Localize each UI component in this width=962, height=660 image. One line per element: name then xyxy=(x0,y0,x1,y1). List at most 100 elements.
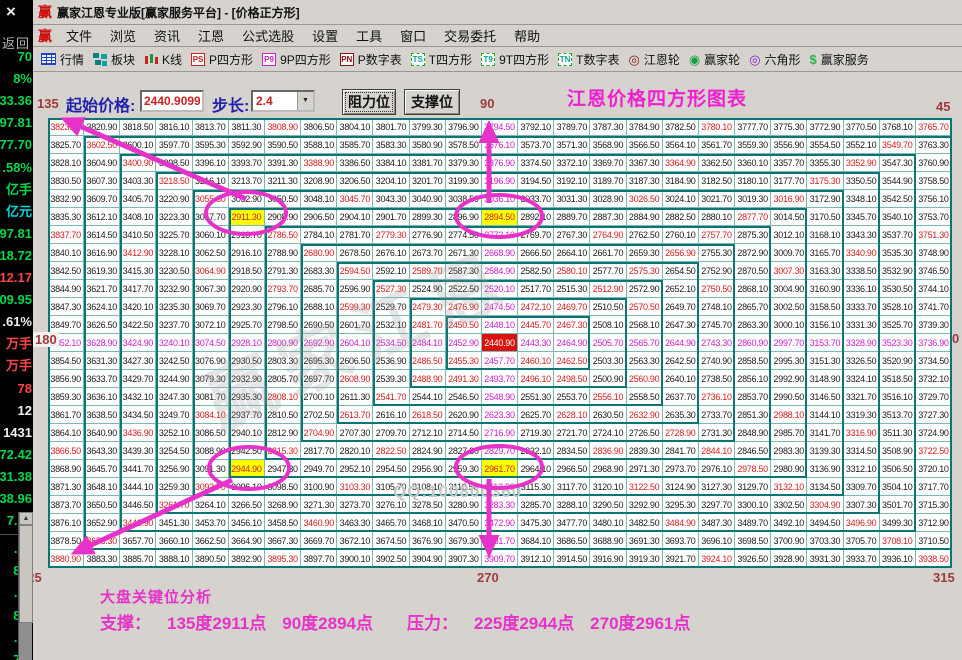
gann-cell[interactable]: 3727.30 xyxy=(916,406,952,424)
gann-cell[interactable]: 2774.50 xyxy=(446,226,482,244)
gann-cell[interactable]: 3163.30 xyxy=(807,262,843,280)
gann-cell[interactable]: 3451.30 xyxy=(156,514,192,532)
toolbar-button[interactable]: 行情 xyxy=(41,51,84,68)
gann-cell[interactable]: 3540.10 xyxy=(880,208,916,226)
gann-cell[interactable]: 2896.90 xyxy=(446,208,482,226)
gann-cell[interactable]: 2851.30 xyxy=(735,406,771,424)
gann-cell[interactable]: 3280.90 xyxy=(446,496,482,514)
gann-cell[interactable]: 2580.10 xyxy=(554,262,590,280)
gann-cell[interactable]: 3271.30 xyxy=(301,496,337,514)
gann-cell[interactable]: 2500.90 xyxy=(590,370,626,388)
gann-cell[interactable]: 2916.10 xyxy=(229,244,265,262)
gann-cell[interactable]: 3686.50 xyxy=(554,532,590,550)
gann-cell[interactable]: 2971.30 xyxy=(627,460,663,478)
gann-cell[interactable]: 3422.50 xyxy=(120,316,156,334)
gann-cell[interactable]: 3871.30 xyxy=(48,478,84,496)
menu-item[interactable]: 窗口 xyxy=(391,29,435,44)
gann-cell[interactable]: 3804.10 xyxy=(337,118,373,136)
gann-cell[interactable]: 2534.50 xyxy=(373,334,409,352)
gann-cell[interactable]: 2548.90 xyxy=(482,388,518,406)
gann-cell-highlight-2894.50[interactable]: 2894.50 xyxy=(482,208,518,226)
gann-cell[interactable]: 3168.10 xyxy=(807,226,843,244)
gann-cell[interactable]: 3441.70 xyxy=(120,460,156,478)
toolbar-button[interactable]: TNT数字表 xyxy=(558,51,619,68)
gann-cell[interactable]: 3381.70 xyxy=(410,154,446,172)
gann-cell[interactable]: 3429.70 xyxy=(120,370,156,388)
menu-item[interactable]: 设置 xyxy=(303,29,347,44)
gann-cell[interactable]: 3031.30 xyxy=(554,190,590,208)
gann-cell[interactable]: 2788.90 xyxy=(265,244,301,262)
gann-cell[interactable]: 3873.70 xyxy=(48,496,84,514)
gann-cell[interactable]: 3393.70 xyxy=(229,154,265,172)
gann-cell[interactable]: 3261.70 xyxy=(156,496,192,514)
gann-cell[interactable]: 2721.70 xyxy=(554,424,590,442)
gann-cell[interactable]: 3820.90 xyxy=(84,118,120,136)
gann-cell[interactable]: 3364.90 xyxy=(663,154,699,172)
gann-cell[interactable]: 3324.10 xyxy=(844,370,880,388)
gann-cell[interactable]: 3427.30 xyxy=(120,352,156,370)
gann-cell[interactable]: 3837.70 xyxy=(48,226,84,244)
gann-cell[interactable]: 3667.30 xyxy=(265,532,301,550)
gann-cell[interactable]: 3014.50 xyxy=(771,208,807,226)
gann-cell[interactable]: 3086.50 xyxy=(193,424,229,442)
gann-cell[interactable]: 3204.10 xyxy=(373,172,409,190)
gann-cell[interactable]: 3835.30 xyxy=(48,208,84,226)
gann-cell[interactable]: 3921.70 xyxy=(663,550,699,568)
gann-cell[interactable]: 2522.50 xyxy=(446,280,482,298)
gann-cell[interactable]: 3648.10 xyxy=(84,478,120,496)
gann-cell[interactable]: 3472.90 xyxy=(482,514,518,532)
gann-cell[interactable]: 2832.10 xyxy=(518,442,554,460)
gann-cell[interactable]: 3213.70 xyxy=(229,172,265,190)
gann-cell[interactable]: 3074.50 xyxy=(193,334,229,352)
gann-cell[interactable]: 2508.10 xyxy=(590,316,626,334)
gann-cell[interactable]: 3002.50 xyxy=(771,298,807,316)
gann-cell[interactable]: 2810.50 xyxy=(265,406,301,424)
gann-cell[interactable]: 2901.70 xyxy=(373,208,409,226)
gann-cell[interactable]: 2714.50 xyxy=(446,424,482,442)
gann-cell[interactable]: 2666.50 xyxy=(518,244,554,262)
gann-cell[interactable]: 3768.10 xyxy=(880,118,916,136)
gann-cell[interactable]: 2716.90 xyxy=(482,424,518,442)
gann-cell[interactable]: 3928.90 xyxy=(771,550,807,568)
gann-cell[interactable]: 3079.30 xyxy=(193,370,229,388)
gann-cell[interactable]: 3129.70 xyxy=(735,478,771,496)
gann-cell[interactable]: 2796.10 xyxy=(265,298,301,316)
toolbar-button[interactable]: ◉赢家轮 xyxy=(689,51,740,68)
gann-cell[interactable]: 3523.30 xyxy=(880,334,916,352)
gann-cell[interactable]: 3919.30 xyxy=(627,550,663,568)
gann-cell[interactable]: 3144.10 xyxy=(807,406,843,424)
gann-cell[interactable]: 3892.90 xyxy=(229,550,265,568)
menu-item[interactable]: 交易委托 xyxy=(435,29,505,44)
menu-item[interactable]: 帮助 xyxy=(505,29,549,44)
gann-cell[interactable]: 3189.70 xyxy=(590,172,626,190)
gann-cell[interactable]: 2632.90 xyxy=(627,406,663,424)
gann-cell[interactable]: 2577.70 xyxy=(590,262,626,280)
gann-cell[interactable]: 3499.30 xyxy=(880,514,916,532)
gann-cell[interactable]: 3842.50 xyxy=(48,262,84,280)
gann-cell[interactable]: 3417.70 xyxy=(120,280,156,298)
gann-cell[interactable]: 3302.50 xyxy=(771,496,807,514)
gann-cell[interactable]: 2642.50 xyxy=(663,352,699,370)
gann-cell[interactable]: 3465.70 xyxy=(373,514,409,532)
gann-cell[interactable]: 2539.30 xyxy=(373,370,409,388)
gann-cell[interactable]: 3098.50 xyxy=(265,478,301,496)
gann-cell[interactable]: 3705.70 xyxy=(844,532,880,550)
gann-cell[interactable]: 3856.90 xyxy=(48,370,84,388)
gann-cell[interactable]: 3588.10 xyxy=(301,136,337,154)
toolbar-button[interactable]: TST四方形 xyxy=(411,51,472,68)
gann-cell[interactable]: 3072.10 xyxy=(193,316,229,334)
gann-cell[interactable]: 2496.10 xyxy=(518,370,554,388)
gann-cell[interactable]: 2868.10 xyxy=(735,280,771,298)
gann-cell[interactable]: 3561.70 xyxy=(699,136,735,154)
gann-cell[interactable]: 3235.30 xyxy=(156,298,192,316)
gann-cell[interactable]: 2572.90 xyxy=(627,280,663,298)
gann-cell[interactable]: 2940.10 xyxy=(229,424,265,442)
gann-cell[interactable]: 3602.50 xyxy=(84,136,120,154)
gann-cell[interactable]: 3045.70 xyxy=(337,190,373,208)
gann-cell[interactable]: 3900.10 xyxy=(337,550,373,568)
gann-cell[interactable]: 3201.70 xyxy=(410,172,446,190)
gann-cell[interactable]: 3528.10 xyxy=(880,298,916,316)
menu-item[interactable]: 浏览 xyxy=(101,29,145,44)
gann-cell[interactable]: 3638.50 xyxy=(84,406,120,424)
gann-cell[interactable]: 2875.30 xyxy=(735,226,771,244)
